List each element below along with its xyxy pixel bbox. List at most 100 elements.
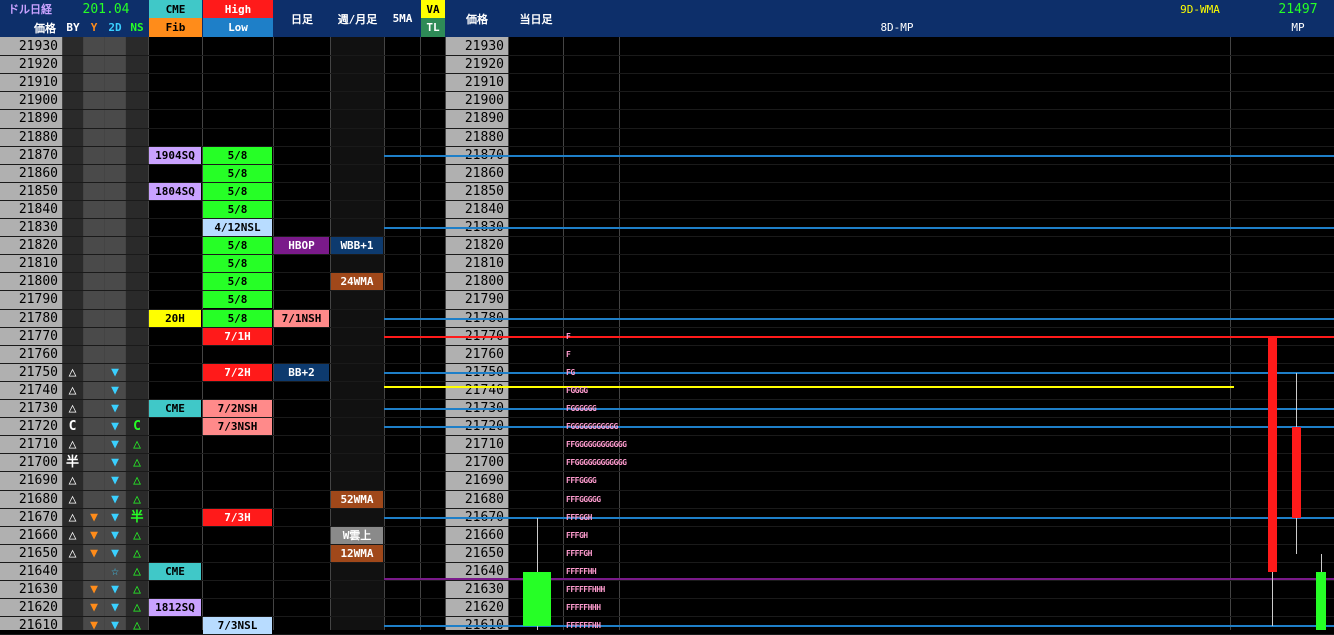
mp8-header: 8D-MP [880, 21, 914, 34]
tpo-letters: FFFFFHH [566, 566, 597, 576]
ma5-header: 5MA [392, 12, 413, 25]
row-divider [0, 127, 1334, 129]
high-header: High [203, 0, 273, 18]
price-label: 21680 [18, 491, 58, 507]
level-line [384, 371, 1334, 374]
level-tag: 5/8 [203, 273, 272, 291]
tpo-letters: FFFGGGGG [566, 494, 601, 504]
row-divider [0, 380, 1334, 382]
signal-mark: △ [133, 545, 141, 561]
signal-mark: C [68, 419, 77, 435]
price-label: 21690 [464, 473, 504, 489]
row-divider [0, 109, 1334, 111]
signal-mark: △ [68, 401, 77, 416]
signal-mark: △ [68, 545, 77, 561]
level-line [384, 317, 1334, 320]
candle-body [1316, 571, 1326, 630]
price-label: 21890 [464, 111, 504, 127]
level-tag: 1812SQ [149, 599, 201, 617]
level-line [384, 335, 1334, 338]
flag-2d: 2D [108, 21, 122, 34]
signal-mark: △ [68, 364, 77, 380]
level-tag: 7/3H [203, 508, 272, 526]
tpo-letters: FFFGGGG [566, 476, 597, 486]
price-label: 21650 [18, 545, 58, 561]
tpo-letters: FFFFGH [566, 548, 592, 558]
level-tag: WBB+1 [331, 237, 383, 255]
signal-mark: ▼ [111, 491, 119, 507]
signal-mark: △ [133, 491, 141, 507]
price-label: 21930 [18, 39, 58, 54]
signal-mark: △ [68, 382, 77, 398]
fib-header: Fib [149, 18, 202, 37]
level-tag: 5/8 [203, 309, 272, 327]
price-label: 21630 [464, 582, 504, 597]
price-label: 21830 [18, 220, 58, 235]
level-tag: 52WMA [331, 490, 383, 508]
weekly-header: 週/月足 [337, 12, 378, 26]
row-divider [0, 417, 1334, 419]
row-divider [0, 218, 1334, 219]
column-divider [273, 37, 274, 630]
candle-body [1291, 427, 1301, 518]
signal-mark: ▼ [111, 582, 119, 597]
tpo-letters: FGGGGGG [566, 404, 597, 413]
signal-mark: △ [68, 527, 77, 543]
column-divider [1230, 37, 1231, 630]
column-divider [384, 37, 385, 630]
price-label: 21670 [18, 509, 58, 525]
price-label: 21660 [464, 527, 504, 543]
candle-body [523, 571, 551, 627]
flag-ns: NS [130, 21, 144, 34]
price-label: 21800 [464, 274, 504, 290]
row-divider [0, 199, 1334, 201]
price-label: 21730 [18, 401, 58, 416]
row-divider [0, 435, 1334, 437]
signal-mark: ▼ [111, 455, 119, 471]
row-divider [0, 362, 1334, 364]
flag-by: BY [66, 21, 80, 34]
level-tag: 5/8 [203, 146, 272, 164]
price-label: 21650 [464, 545, 504, 561]
price-label: 21910 [18, 75, 58, 91]
row-divider [0, 507, 1334, 509]
price-label: 21880 [464, 129, 504, 145]
down-arrow-icon: ▼ [90, 600, 98, 616]
signal-mark: 半 [65, 455, 79, 471]
row-divider [0, 344, 1334, 346]
level-line [384, 386, 1234, 389]
mp-header: MP [1291, 21, 1305, 34]
row-divider [0, 453, 1334, 455]
signal-mark: △ [133, 618, 141, 634]
price-label: 21850 [18, 183, 58, 199]
price-label: 21780 [18, 310, 58, 326]
signal-mark: ▼ [111, 473, 119, 489]
column-divider [563, 37, 564, 630]
signal-mark: ▼ [111, 545, 119, 561]
level-tag: 5/8 [203, 182, 272, 200]
signal-mark: △ [68, 473, 77, 489]
tpo-letters: FFGGGGGGGGGGGG [566, 440, 627, 450]
daily-header: 日足 [291, 12, 313, 26]
price-label: 21620 [464, 600, 504, 616]
row-divider [0, 55, 1334, 57]
row-divider [0, 290, 1334, 292]
signal-mark: ▼ [111, 401, 119, 416]
tpo-letters: FFFFFFHH [566, 621, 601, 631]
va-header: VA [421, 0, 445, 18]
price-label: 21840 [464, 201, 504, 217]
level-tag: BB+2 [274, 363, 329, 381]
price-label: 21740 [18, 382, 58, 398]
price-label: 21920 [464, 57, 504, 73]
row-divider [0, 471, 1334, 473]
level-line [384, 516, 1334, 519]
signal-mark: △ [133, 563, 141, 579]
title: ドル日経 [8, 3, 52, 16]
level-tag: 4/12NSL [203, 219, 272, 236]
flag-y: Y [90, 21, 98, 34]
row-divider [0, 272, 1334, 274]
price-label: 21610 [18, 618, 58, 634]
price-label: 21760 [464, 346, 504, 362]
level-tag: 7/3NSL [203, 617, 272, 635]
price-label: 21760 [18, 346, 58, 362]
